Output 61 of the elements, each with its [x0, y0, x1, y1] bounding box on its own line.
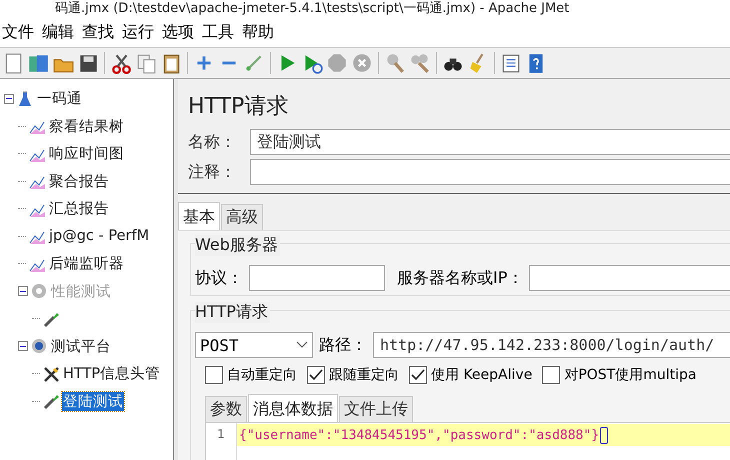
group-title: HTTP请求	[195, 302, 270, 323]
method-dropdown[interactable]: POST	[195, 332, 313, 358]
flask-icon	[16, 90, 34, 108]
tree-item[interactable]: 汇总报告	[48, 199, 110, 218]
field-label: 名称：	[188, 132, 237, 152]
cut-icon[interactable]	[110, 52, 132, 74]
menu-item[interactable]: 工具	[202, 22, 234, 43]
text-cursor	[600, 426, 608, 444]
tree-item[interactable]: 登陆测试	[62, 392, 124, 411]
tree-item[interactable]: 一码通	[36, 89, 83, 108]
protocol-field[interactable]	[249, 265, 385, 291]
comment-field[interactable]	[250, 159, 730, 185]
gear-icon	[30, 282, 48, 300]
tab[interactable]: 参数	[205, 396, 247, 422]
shutdown-icon[interactable]	[351, 52, 373, 74]
checkbox[interactable]	[307, 366, 325, 384]
copy-icon[interactable]	[135, 52, 157, 74]
checkbox-label: 跟随重定向	[329, 366, 399, 384]
name-field[interactable]: 登陆测试	[250, 129, 730, 155]
field-label: 协议：	[195, 268, 243, 288]
tree-item[interactable]: 后端监听器	[48, 254, 125, 274]
tab[interactable]: 消息体数据	[248, 394, 338, 422]
checkbox[interactable]	[409, 366, 427, 384]
menu-item[interactable]: 运行	[122, 22, 154, 43]
checkbox-label: 对POST使用multipa	[564, 366, 696, 384]
panel-title: HTTP请求	[188, 93, 290, 121]
field-label: 路径：	[319, 334, 367, 356]
list-icon[interactable]	[500, 52, 522, 74]
expand-toggle[interactable]	[4, 94, 14, 104]
tree-item[interactable]: jp@gc - PerfM	[48, 228, 150, 244]
gear-icon	[30, 337, 48, 356]
server-field[interactable]	[529, 265, 730, 291]
menu-item[interactable]: 文件	[2, 22, 34, 43]
line-number: 1	[216, 427, 226, 441]
stop-icon[interactable]	[326, 52, 348, 74]
tree-item[interactable]: 聚合报告	[48, 172, 110, 191]
pipette-icon	[42, 392, 60, 410]
checkbox[interactable]	[542, 366, 560, 384]
tree-item[interactable]: HTTP信息头管	[62, 364, 162, 384]
menu-item[interactable]: 查找	[82, 22, 114, 43]
window-title: 码通.jmx (D:\testdev\apache-jmeter-5.4.1\tests\script\一码通.jmx) - Apache JMet	[54, 0, 570, 18]
tree-item[interactable]: 测试平台	[50, 336, 112, 356]
menu-item[interactable]: 选项	[162, 22, 194, 43]
tree-item[interactable]: 察看结果树	[48, 116, 125, 136]
group-title: Web服务器	[195, 235, 280, 256]
chevron-down-icon	[296, 341, 308, 349]
tab[interactable]: 基本	[178, 202, 220, 230]
field-label: 注释：	[188, 162, 237, 182]
expand-toggle[interactable]	[18, 341, 28, 352]
checkbox[interactable]	[205, 366, 223, 384]
wrench-icon	[42, 364, 60, 383]
checkbox-label: 自动重定向	[227, 366, 297, 384]
tab[interactable]: 高级	[221, 204, 263, 230]
code-line: {"username":"13484545195","password":"asd888"}	[238, 428, 600, 442]
menu-item[interactable]: 编辑	[42, 22, 74, 43]
tree-item[interactable]: 响应时间图	[48, 144, 125, 164]
menu-item[interactable]: 帮助	[242, 22, 274, 43]
path-field[interactable]: http://47.95.142.233:8000/login/auth/	[373, 332, 730, 358]
tab[interactable]: 文件上传	[339, 396, 413, 422]
checkbox-label: 使用 KeepAlive	[431, 366, 532, 384]
field-label: 服务器名称或IP：	[397, 268, 524, 288]
